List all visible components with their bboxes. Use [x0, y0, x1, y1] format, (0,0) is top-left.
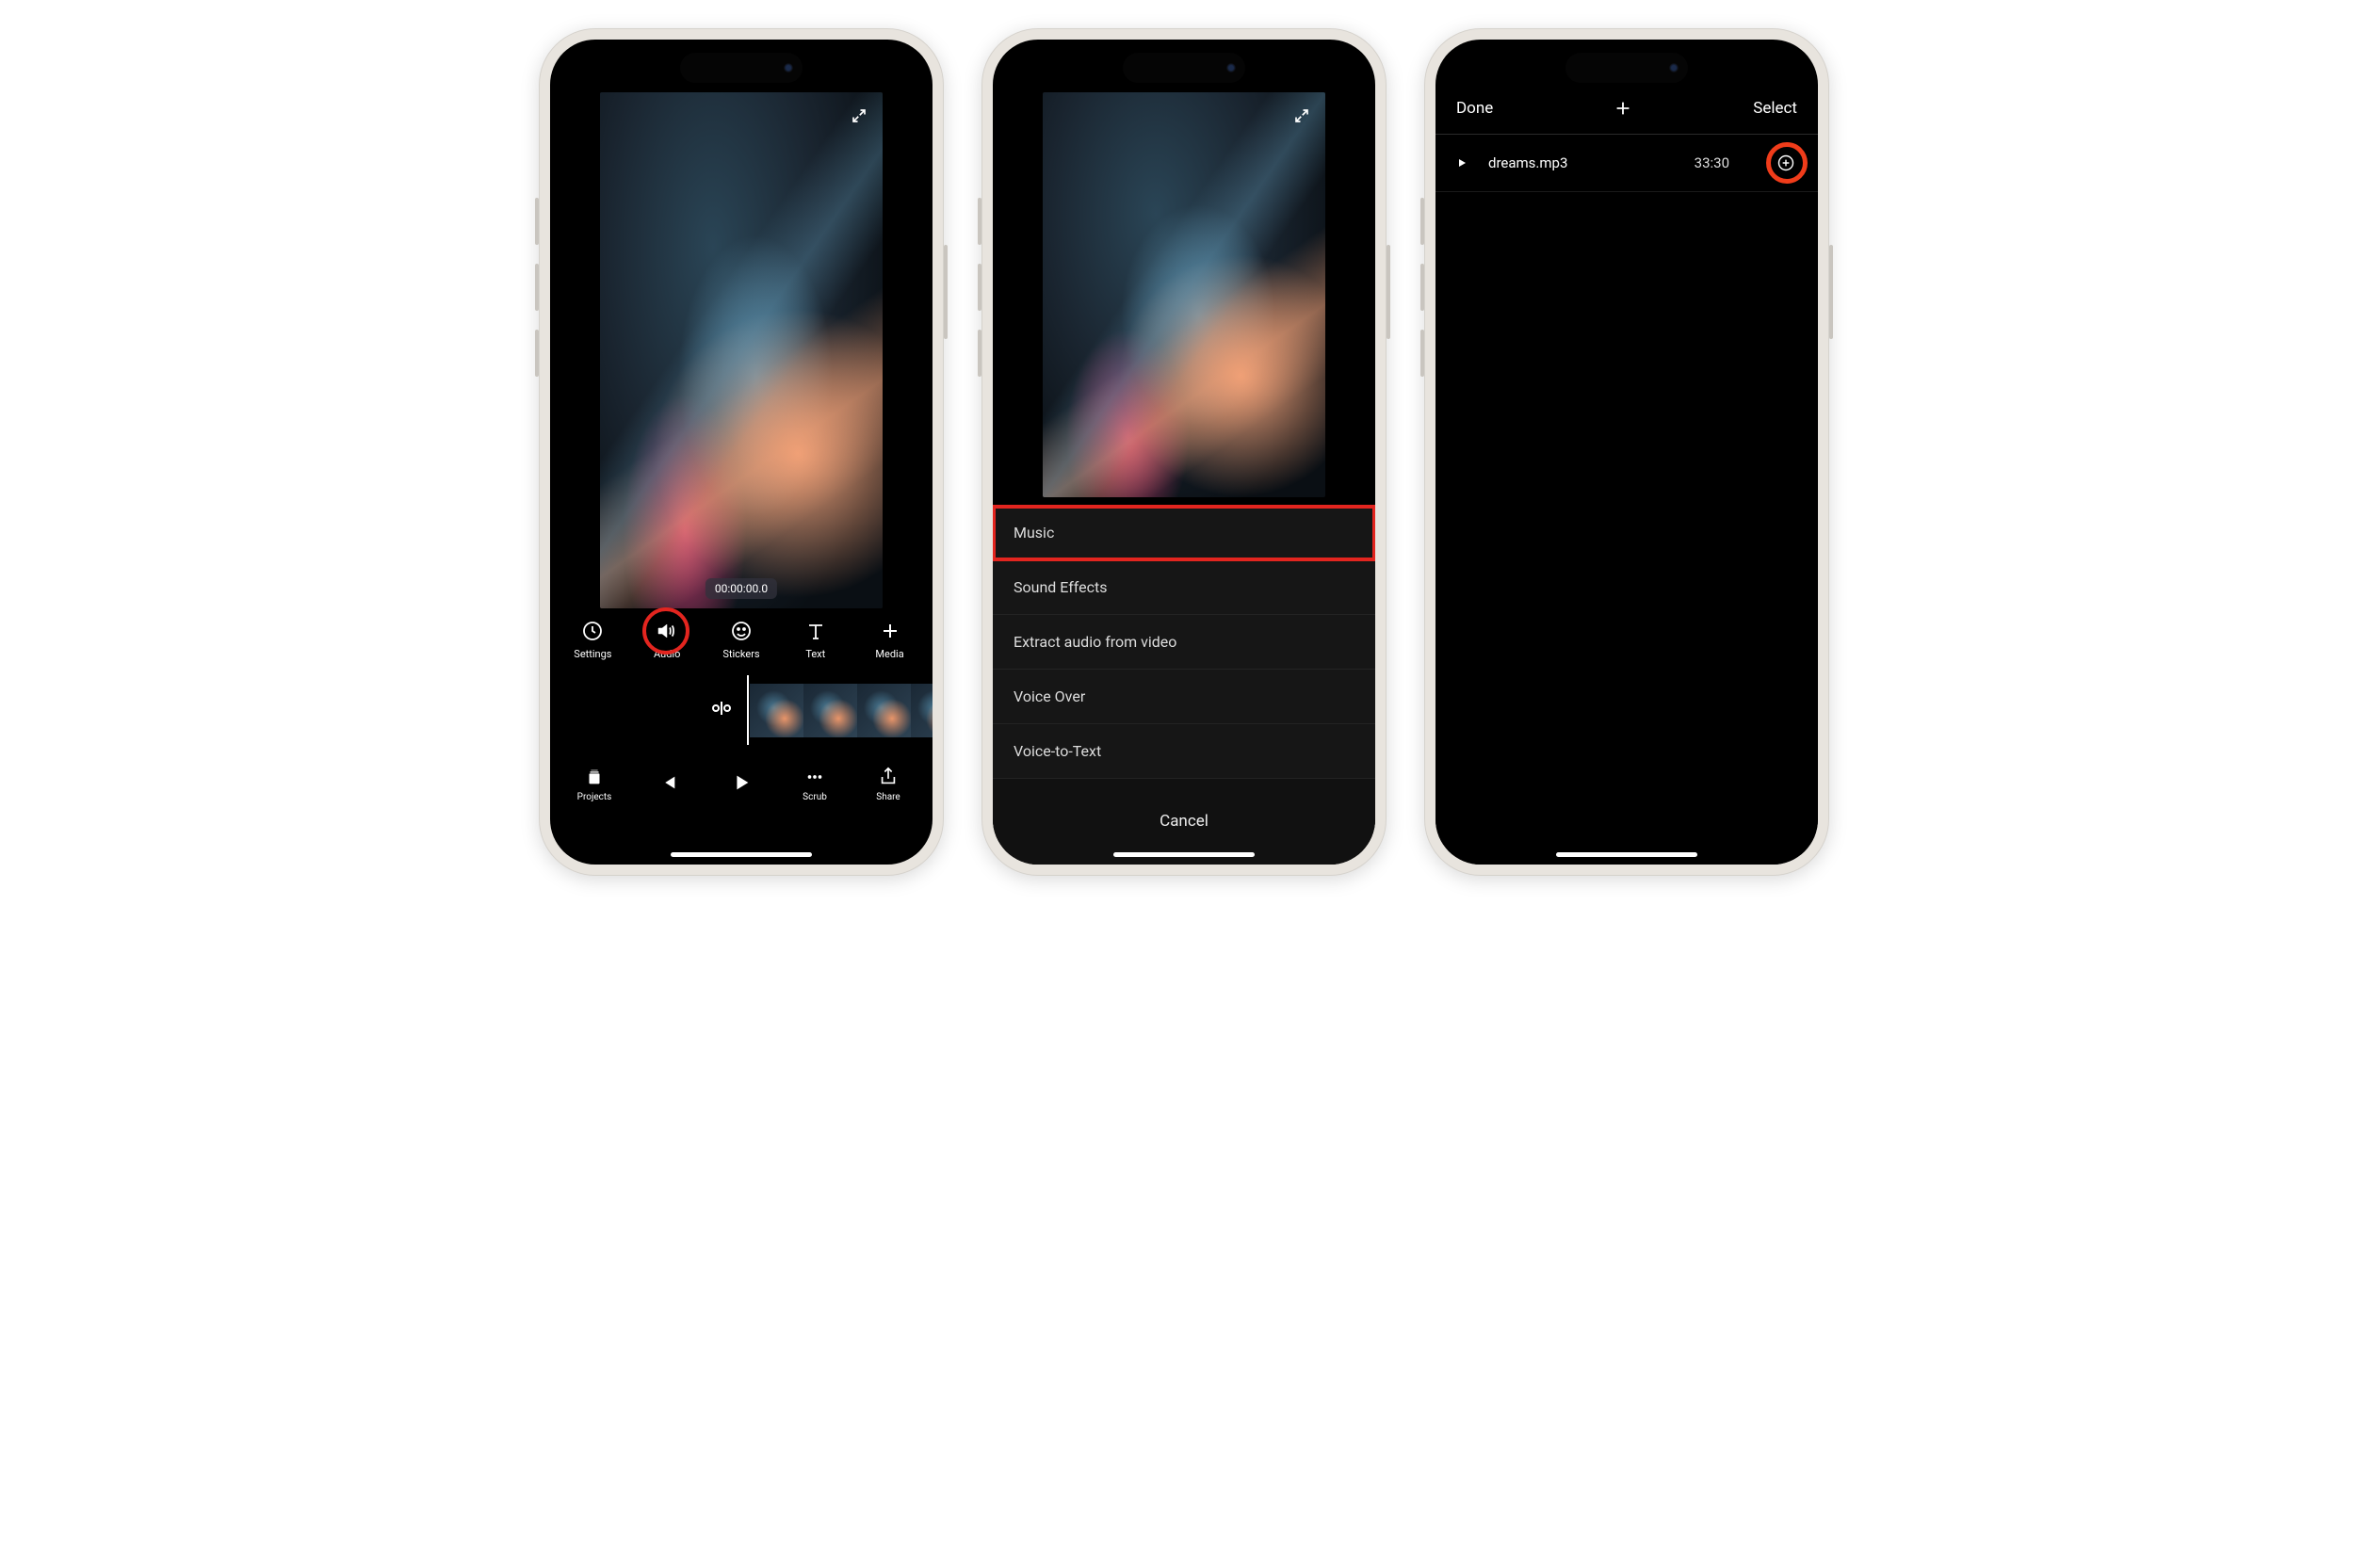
dynamic-island	[680, 53, 803, 83]
timeline-thumbs[interactable]	[750, 684, 933, 737]
menu-item-extract-audio[interactable]: Extract audio from video	[993, 615, 1375, 670]
stack-icon	[583, 766, 606, 788]
screen-1: 00:00:00.0 Settings Audio	[550, 40, 933, 865]
done-button[interactable]: Done	[1456, 99, 1493, 118]
bottom-bar: Projects Scrub	[550, 752, 933, 827]
smiley-icon	[728, 618, 754, 644]
menu-item-voice-to-text[interactable]: Voice-to-Text	[993, 724, 1375, 779]
projects-button[interactable]: Projects	[566, 766, 623, 802]
video-preview[interactable]: 00:00:00.0	[600, 92, 883, 608]
toolbar-text[interactable]: Text	[787, 618, 844, 660]
toolbar-media[interactable]: Media	[862, 618, 918, 660]
timecode-label: 00:00:00.0	[706, 578, 777, 599]
toolbar-label: Settings	[574, 648, 611, 660]
audio-menu: Music Sound Effects Extract audio from v…	[993, 505, 1375, 865]
select-button[interactable]: Select	[1753, 99, 1797, 118]
timeline-thumb[interactable]	[911, 684, 933, 737]
home-indicator[interactable]	[1556, 852, 1697, 857]
phone-frame-1: 00:00:00.0 Settings Audio	[539, 28, 944, 876]
timeline[interactable]	[550, 668, 933, 752]
menu-item-voice-over[interactable]: Voice Over	[993, 670, 1375, 724]
toolbar-label: Text	[805, 648, 825, 660]
menu-item-sound-effects[interactable]: Sound Effects	[993, 560, 1375, 615]
music-list-body	[1435, 192, 1818, 865]
play-track-button[interactable]	[1456, 156, 1469, 170]
toolbar-stickers[interactable]: Stickers	[713, 618, 770, 660]
screen-2: Music Sound Effects Extract audio from v…	[993, 40, 1375, 865]
music-header: Done Select	[1435, 77, 1818, 135]
track-duration: 33:30	[1695, 154, 1729, 171]
preview-image	[600, 92, 883, 608]
screen-3: Done Select dreams.mp3 33:30	[1435, 40, 1818, 865]
speaker-icon	[654, 618, 680, 644]
toolbar-settings[interactable]: Settings	[564, 618, 621, 660]
scrub-button[interactable]: Scrub	[787, 766, 843, 802]
split-icon[interactable]	[710, 697, 733, 723]
timeline-thumb[interactable]	[750, 684, 803, 737]
home-indicator[interactable]	[1113, 852, 1255, 857]
phone-frame-2: Music Sound Effects Extract audio from v…	[981, 28, 1387, 876]
home-indicator[interactable]	[671, 852, 812, 857]
expand-button[interactable]	[845, 102, 873, 130]
scrub-icon	[803, 766, 826, 788]
add-music-button[interactable]	[1613, 98, 1633, 119]
track-row[interactable]: dreams.mp3 33:30	[1435, 135, 1818, 192]
toolbar-label: Media	[875, 648, 903, 660]
track-filename: dreams.mp3	[1488, 154, 1676, 171]
timeline-thumb[interactable]	[803, 684, 857, 737]
bottom-label: Share	[876, 792, 900, 802]
video-preview[interactable]	[1043, 92, 1325, 497]
add-track-button[interactable]	[1775, 152, 1797, 174]
share-button[interactable]: Share	[860, 766, 916, 802]
play-icon	[730, 771, 753, 794]
toolbar-label: Audio	[654, 648, 680, 660]
bottom-label: Scrub	[803, 792, 827, 802]
dynamic-island	[1123, 53, 1245, 83]
share-icon	[877, 766, 900, 788]
skip-back-icon	[657, 771, 679, 794]
expand-button[interactable]	[1288, 102, 1316, 130]
toolbar-label: Stickers	[722, 648, 759, 660]
toolbar-audio[interactable]: Audio	[639, 618, 695, 660]
menu-item-music[interactable]: Music	[993, 506, 1375, 560]
bottom-label: Projects	[577, 792, 612, 802]
playhead[interactable]	[747, 675, 749, 745]
prev-button[interactable]	[640, 771, 696, 798]
plus-icon	[877, 618, 903, 644]
clock-icon	[579, 618, 606, 644]
dynamic-island	[1565, 53, 1688, 83]
editor-toolbar: Settings Audio Stickers	[550, 608, 933, 668]
text-icon	[803, 618, 829, 644]
phone-frame-3: Done Select dreams.mp3 33:30	[1424, 28, 1829, 876]
play-button[interactable]	[713, 771, 770, 798]
preview-image	[1043, 92, 1325, 497]
timeline-thumb[interactable]	[857, 684, 911, 737]
